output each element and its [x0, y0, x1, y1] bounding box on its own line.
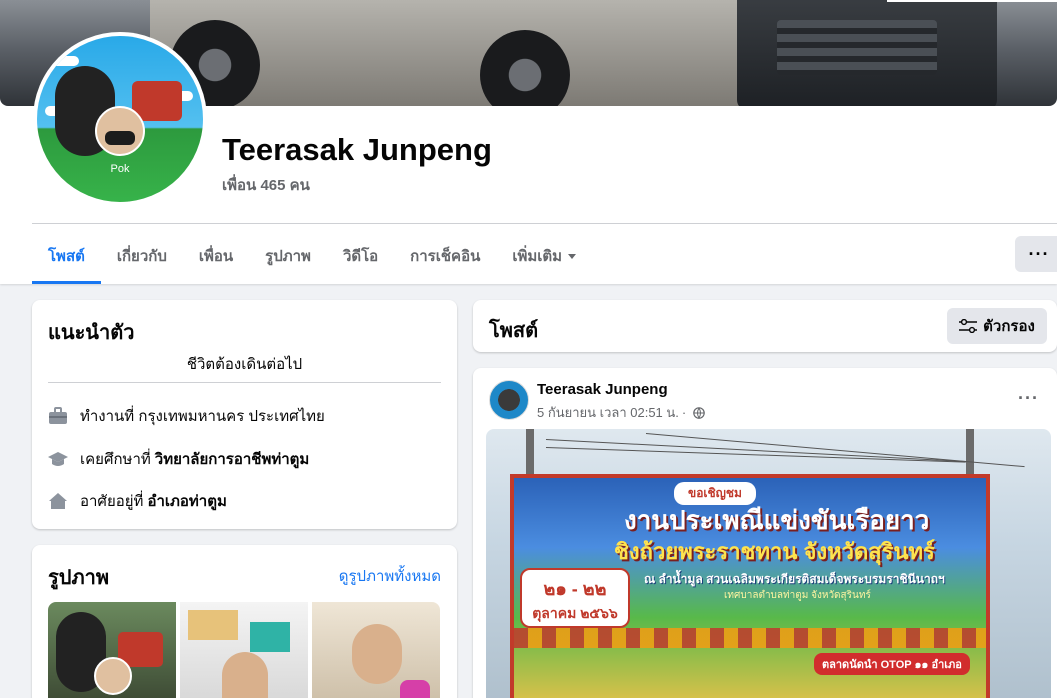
profile-name: Teerasak Junpeng: [222, 132, 492, 167]
see-all-photos-link[interactable]: ดูรูปภาพทั้งหมด: [339, 564, 441, 588]
photos-title: รูปภาพ: [48, 567, 110, 589]
photo-thumbnail[interactable]: [180, 602, 308, 698]
profile-tabs: โพสต์ เกี่ยวกับ เพื่อน รูปภาพ วิดีโอ การ…: [32, 228, 592, 284]
intro-bio: ชีวิตต้องเดินต่อไป: [186, 356, 303, 373]
banner-date: ๒๑ - ๒๒ ตุลาคม ๒๕๖๖: [520, 568, 630, 628]
post-options-button[interactable]: ···: [1018, 388, 1039, 409]
posts-title: โพสต์: [489, 320, 539, 342]
friends-count[interactable]: เพื่อน 465 คน: [222, 173, 310, 197]
tab-more[interactable]: เพิ่มเติม: [496, 228, 592, 284]
graduation-cap-icon: [48, 449, 68, 469]
post-timestamp[interactable]: 5 กันยายน เวลา 02:51 น.: [537, 402, 679, 423]
tab-about[interactable]: เกี่ยวกับ: [101, 228, 183, 284]
education-place[interactable]: วิทยาลัยการอาชีพท่าตูม: [155, 447, 310, 471]
banner-venue: ณ ลำน้ำมูล สวนเฉลิมพระเกียรติสมเด็จพระบร…: [644, 572, 945, 586]
info-lives: อาศัยอยู่ที่ อำเภอท่าตูม: [48, 489, 227, 513]
post-image[interactable]: ขอเชิญชม งานประเพณีแข่งขันเรือยาว ชิงถ้ว…: [486, 429, 1051, 698]
banner-venue-sub: เทศบาลตำบลท่าตูม จังหวัดสุรินทร์: [724, 590, 871, 601]
tab-friends[interactable]: เพื่อน: [183, 228, 249, 284]
cover-truck-cab: [737, 0, 997, 106]
intro-card: แนะนำตัว ชีวิตต้องเดินต่อไป ทำงานที่ กรุ…: [32, 300, 457, 529]
post-author-avatar[interactable]: [489, 380, 529, 420]
header-divider: [32, 223, 1057, 224]
avatar-tag: Pok: [110, 163, 130, 175]
info-education: เคยศึกษาที่ วิทยาลัยการอาชีพท่าตูม: [48, 447, 309, 471]
profile-header: Pok Teerasak Junpeng เพื่อน 465 คน โพสต์…: [0, 0, 1057, 284]
globe-icon: [693, 406, 706, 419]
event-banner: ขอเชิญชม งานประเพณีแข่งขันเรือยาว ชิงถ้ว…: [510, 474, 990, 698]
home-icon: [48, 491, 68, 511]
briefcase-icon: [48, 406, 68, 426]
banner-boats-graphic: [514, 628, 986, 648]
intro-title: แนะนำตัว: [48, 322, 135, 344]
banner-subheadline: ชิงถ้วยพระราชทาน จังหวัดสุรินทร์: [614, 539, 935, 564]
tab-videos[interactable]: วิดีโอ: [327, 228, 394, 284]
tab-photos[interactable]: รูปภาพ: [249, 228, 327, 284]
posts-header-card: โพสต์ ตัวกรอง: [473, 300, 1057, 352]
tab-posts[interactable]: โพสต์: [32, 228, 101, 284]
info-work: ทำงานที่ กรุงเทพมหานคร ประเทศไทย: [48, 404, 325, 428]
photo-thumbnail[interactable]: [312, 602, 440, 698]
tab-checkins[interactable]: การเช็คอิน: [394, 228, 496, 284]
filter-button[interactable]: ตัวกรอง: [947, 308, 1047, 344]
post-meta: 5 กันยายน เวลา 02:51 น. ·: [537, 402, 706, 423]
post-author-name[interactable]: Teerasak Junpeng: [537, 381, 668, 398]
filter-sliders-icon: [959, 319, 978, 333]
profile-more-button[interactable]: ···: [1015, 236, 1057, 272]
profile-avatar[interactable]: Pok: [33, 32, 207, 206]
lives-place[interactable]: อำเภอท่าตูม: [147, 489, 226, 513]
photos-card: รูปภาพ ดูรูปภาพทั้งหมด: [32, 545, 457, 698]
photo-thumbnail[interactable]: [48, 602, 176, 698]
caret-down-icon: [568, 253, 577, 259]
banner-otop: ตลาดนัดนำ OTOP ๑๑ อำเภอ: [814, 653, 970, 675]
post-card: Teerasak Junpeng 5 กันยายน เวลา 02:51 น.…: [473, 368, 1057, 698]
